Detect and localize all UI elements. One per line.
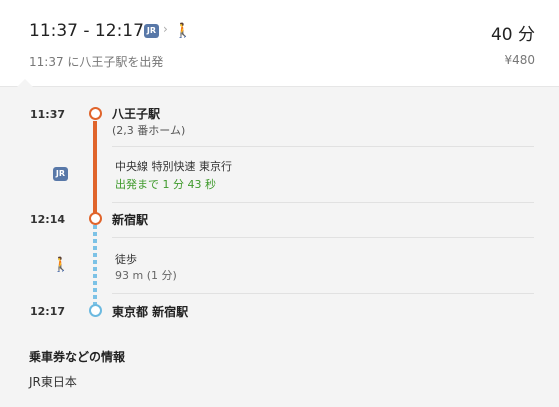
section-divider xyxy=(112,202,534,203)
platform-info: (2,3 番ホーム) xyxy=(112,124,186,137)
route-time-range: 11:37 - 12:17 xyxy=(29,21,144,41)
route-summary-header[interactable]: 11:37 - 12:17 JR › 🚶 40 分 11:37 に八王子駅を出発… xyxy=(0,0,559,86)
walking-person-icon: 🚶 xyxy=(52,257,70,273)
header-divider xyxy=(0,86,559,87)
stop-marker-hachioji xyxy=(89,107,102,120)
panel-pointer xyxy=(17,79,33,87)
train-route-line xyxy=(93,121,97,214)
stop-marker-shinjuku xyxy=(89,212,102,225)
chevron-right-icon: › xyxy=(163,22,168,36)
walk-label: 徒歩 xyxy=(115,253,137,266)
stop-name-shinjuku[interactable]: 新宿駅 xyxy=(112,211,148,228)
walk-route-line xyxy=(93,225,97,306)
section-divider xyxy=(112,293,534,294)
jr-train-icon: JR xyxy=(53,167,68,181)
walking-person-icon: 🚶 xyxy=(174,23,192,39)
stop-name-hachioji[interactable]: 八王子駅 xyxy=(112,105,160,122)
departure-summary: 11:37 に八王子駅を出発 xyxy=(29,55,164,69)
walk-distance: 93 m (1 分) xyxy=(115,269,177,282)
departure-countdown: 出発まで 1 分 43 秒 xyxy=(115,178,216,191)
fare-amount: ¥480 xyxy=(504,53,535,67)
ticket-operator: JR東日本 xyxy=(29,375,77,389)
stop-marker-destination xyxy=(89,304,102,317)
section-divider xyxy=(112,146,534,147)
train-line-name[interactable]: 中央線 特別快速 東京行 xyxy=(115,158,232,174)
section-divider xyxy=(112,237,534,238)
stop-name-destination[interactable]: 東京都 新宿駅 xyxy=(112,303,188,320)
ticket-info-heading: 乗車券などの情報 xyxy=(29,350,126,364)
stop-time-tokyo-shinjuku: 12:17 xyxy=(30,305,66,318)
jr-train-icon: JR xyxy=(144,24,159,38)
stop-time-hachioji: 11:37 xyxy=(30,108,66,121)
stop-time-shinjuku: 12:14 xyxy=(30,213,66,226)
route-duration: 40 分 xyxy=(490,25,535,45)
